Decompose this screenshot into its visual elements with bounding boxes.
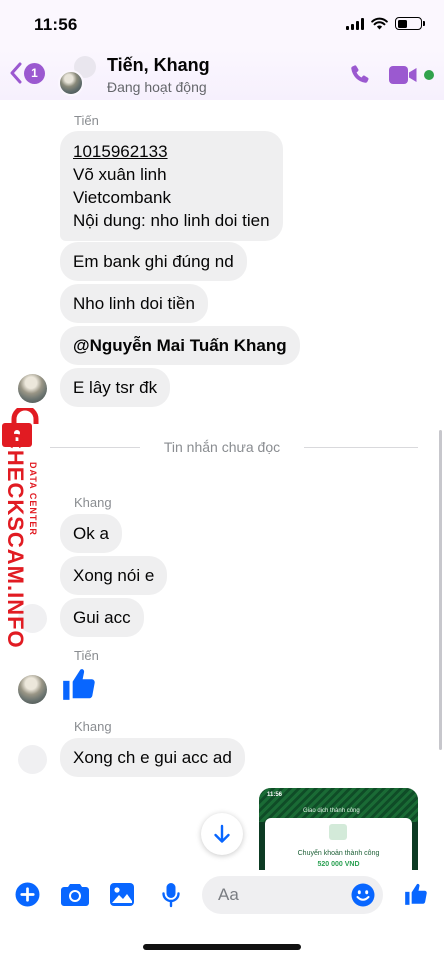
thumbs-up-icon — [63, 669, 95, 700]
battery-icon — [395, 17, 425, 30]
status-bar: 11:56 — [0, 0, 444, 50]
microphone-icon — [162, 883, 180, 908]
phone-icon — [351, 65, 369, 83]
battery-level — [397, 19, 408, 28]
message-composer — [0, 870, 444, 922]
scroll-to-bottom-button[interactable] — [201, 813, 243, 855]
shared-image-thumbnail[interactable]: 11:56 Giao dịch thành công Chuyển khoản … — [259, 788, 418, 870]
avatar-khang[interactable] — [18, 745, 47, 774]
sender-name: Tiến — [74, 648, 99, 663]
plus-circle-icon — [15, 882, 40, 907]
back-button[interactable]: 1 — [10, 62, 45, 84]
add-button[interactable] — [15, 882, 40, 912]
arrow-down-icon — [214, 824, 230, 843]
camera-icon — [61, 884, 89, 906]
status-icons — [346, 17, 425, 30]
thumbs-up-icon — [405, 883, 427, 905]
message-bubble[interactable]: Em bank ghi đúng nd — [60, 242, 247, 281]
message-bubble[interactable]: 1015962133 Võ xuân linh Vietcombank Nội … — [60, 131, 283, 241]
success-icon — [329, 824, 347, 840]
thumbnail-main-text: Chuyển khoản thành công — [297, 850, 380, 857]
conversation-title[interactable]: Tiến, Khang — [107, 55, 210, 76]
cellular-signal-icon — [346, 17, 364, 30]
message-line: Nội dung: nho linh doi tien — [73, 211, 270, 230]
gallery-button[interactable] — [109, 882, 135, 912]
wifi-icon — [371, 17, 388, 30]
avatar-tien — [58, 70, 84, 96]
image-icon — [110, 883, 134, 906]
message-line: Võ xuân linh — [73, 165, 167, 184]
camera-button[interactable] — [61, 882, 89, 912]
online-indicator — [424, 70, 434, 80]
message-list[interactable]: Tiến 1015962133 Võ xuân linh Vietcombank… — [0, 100, 444, 870]
sender-name: Khang — [74, 719, 112, 734]
emoji-button[interactable] — [351, 883, 375, 912]
message-bubble[interactable]: Gui acc — [60, 598, 144, 637]
scrollbar[interactable] — [439, 430, 442, 750]
active-status: Đang hoạt động — [107, 79, 207, 95]
account-number-link[interactable]: 1015962133 — [73, 140, 270, 163]
message-bubble[interactable]: Xong ch e gui acc ad — [60, 738, 245, 777]
home-indicator[interactable] — [143, 944, 301, 950]
sender-name: Khang — [74, 495, 112, 510]
mention-link[interactable]: @Nguyễn Mai Tuấn Khang — [73, 336, 287, 355]
voice-message-button[interactable] — [161, 882, 181, 913]
like-message[interactable] — [60, 665, 98, 708]
video-camera-icon — [389, 66, 417, 84]
avatar-tien[interactable] — [18, 374, 47, 403]
unread-divider: Tin nhắn chưa đọc — [0, 439, 444, 457]
sender-name: Tiến — [74, 113, 99, 128]
message-line: Vietcombank — [73, 188, 171, 207]
watermark-sub: DATA CENTER — [28, 462, 38, 536]
message-bubble[interactable]: E lây tsr đk — [60, 368, 171, 407]
unread-divider-label: Tin nhắn chưa đọc — [139, 439, 305, 455]
message-bubble[interactable]: Ok a — [60, 514, 122, 553]
audio-call-button[interactable] — [348, 63, 372, 92]
unread-badge: 1 — [24, 62, 45, 84]
message-bubble[interactable]: @Nguyễn Mai Tuấn Khang — [60, 326, 300, 365]
video-call-button[interactable] — [388, 65, 418, 90]
message-bubble[interactable]: Nho linh doi tiền — [60, 284, 208, 323]
chevron-left-icon — [10, 62, 22, 84]
thumbnail-header: 11:56 Giao dịch thành công — [259, 788, 418, 822]
message-bubble[interactable]: Xong nói e — [60, 556, 168, 595]
thumbnail-time: 11:56 — [267, 792, 283, 798]
avatar-tien[interactable] — [18, 675, 47, 704]
thumbnail-amount: 520 000 VND — [317, 861, 360, 868]
group-avatar[interactable] — [56, 56, 98, 96]
like-button[interactable] — [403, 881, 429, 912]
status-time: 11:56 — [34, 15, 78, 34]
thumbnail-card: Chuyển khoản thành công 520 000 VND — [265, 818, 412, 870]
thumbnail-title: Giao dịch thành công — [303, 808, 360, 814]
smiley-icon — [351, 883, 375, 907]
watermark: CHECKSCAM.INFO DATA CENTER — [0, 408, 50, 649]
conversation-header: 1 Tiến, Khang Đang hoạt động — [0, 50, 444, 100]
